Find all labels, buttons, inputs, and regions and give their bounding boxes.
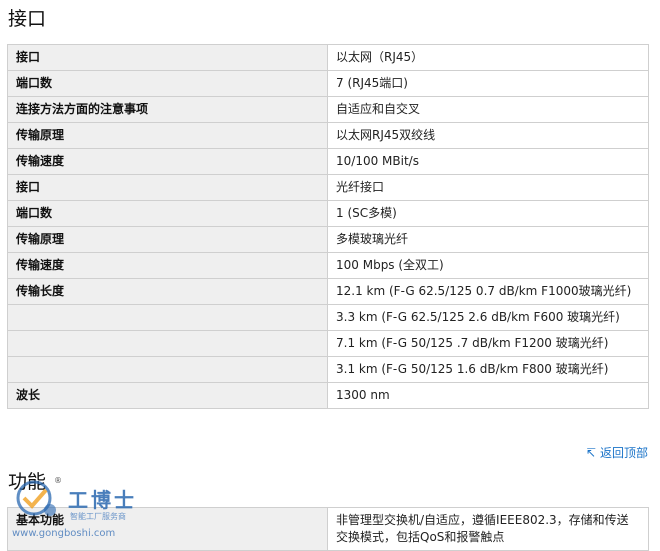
function-spec-table: 基本功能 非管理型交换机/自适应，遵循IEEE802.3，存储和传送交换模式，包括… bbox=[7, 507, 649, 551]
spec-value-cell: 3.3 km (F-G 62.5/125 2.6 dB/km F600 玻璃光纤… bbox=[327, 304, 649, 331]
table-row: 接口 以太网（RJ45） bbox=[7, 44, 649, 71]
spec-key-cell bbox=[7, 330, 328, 357]
table-row: 连接方法方面的注意事项 自适应和自交叉 bbox=[7, 96, 649, 123]
back-to-top-link[interactable]: ↸ 返回顶部 bbox=[586, 444, 648, 461]
spec-value-cell: 以太网RJ45双绞线 bbox=[327, 122, 649, 149]
section-title-function: 功能 bbox=[8, 471, 47, 493]
table-row: 传输原理 以太网RJ45双绞线 bbox=[7, 122, 649, 149]
spec-value-cell: 7 (RJ45端口) bbox=[327, 70, 649, 97]
spec-key-cell: 传输速度 bbox=[7, 252, 328, 279]
section-title-interface: 接口 bbox=[8, 8, 47, 30]
table-row: 传输速度 10/100 MBit/s bbox=[7, 148, 649, 175]
spec-key-cell: 端口数 bbox=[7, 70, 328, 97]
spec-key-cell: 传输原理 bbox=[7, 226, 328, 253]
spec-key-cell: 基本功能 bbox=[7, 507, 328, 551]
spec-value-cell: 7.1 km (F-G 50/125 .7 dB/km F1200 玻璃光纤) bbox=[327, 330, 649, 357]
table-row: 传输长度 12.1 km (F-G 62.5/125 0.7 dB/km F100… bbox=[7, 278, 649, 305]
spec-value-cell: 自适应和自交叉 bbox=[327, 96, 649, 123]
spec-key-cell: 波长 bbox=[7, 382, 328, 409]
table-row: 3.3 km (F-G 62.5/125 2.6 dB/km F600 玻璃光纤… bbox=[7, 304, 649, 331]
table-row: 端口数 7 (RJ45端口) bbox=[7, 70, 649, 97]
spec-key-cell bbox=[7, 304, 328, 331]
spec-value-cell: 多模玻璃光纤 bbox=[327, 226, 649, 253]
spec-value-cell: 以太网（RJ45） bbox=[327, 44, 649, 71]
spec-value-cell: 光纤接口 bbox=[327, 174, 649, 201]
table-row: 端口数 1 (SC多模) bbox=[7, 200, 649, 227]
back-to-top-label: 返回顶部 bbox=[599, 446, 648, 460]
table-row: 传输原理 多模玻璃光纤 bbox=[7, 226, 649, 253]
spec-key-cell: 接口 bbox=[7, 174, 328, 201]
spec-value-cell: 3.1 km (F-G 50/125 1.6 dB/km F800 玻璃光纤) bbox=[327, 356, 649, 383]
table-row: 波长 1300 nm bbox=[7, 382, 649, 409]
spec-value-cell: 1 (SC多模) bbox=[327, 200, 649, 227]
watermark-registered: ® bbox=[54, 476, 62, 485]
spec-key-cell: 连接方法方面的注意事项 bbox=[7, 96, 328, 123]
arrow-up-left-icon: ↸ bbox=[585, 445, 596, 460]
spec-key-cell: 端口数 bbox=[7, 200, 328, 227]
spec-key-cell bbox=[7, 356, 328, 383]
spec-key-cell: 传输原理 bbox=[7, 122, 328, 149]
spec-value-cell: 100 Mbps (全双工) bbox=[327, 252, 649, 279]
table-row: 接口 光纤接口 bbox=[7, 174, 649, 201]
spec-key-cell: 传输长度 bbox=[7, 278, 328, 305]
spec-key-cell: 传输速度 bbox=[7, 148, 328, 175]
spec-key-cell: 接口 bbox=[7, 44, 328, 71]
table-row: 基本功能 非管理型交换机/自适应，遵循IEEE802.3，存储和传送交换模式，包括… bbox=[7, 507, 649, 551]
table-row: 3.1 km (F-G 50/125 1.6 dB/km F800 玻璃光纤) bbox=[7, 356, 649, 383]
spec-value-cell: 1300 nm bbox=[327, 382, 649, 409]
interface-spec-table: 接口 以太网（RJ45） 端口数 7 (RJ45端口) 连接方法方面的注意事项 自适应和自… bbox=[7, 44, 649, 409]
spec-value-cell: 12.1 km (F-G 62.5/125 0.7 dB/km F1000玻璃光… bbox=[327, 278, 649, 305]
spec-value-cell: 10/100 MBit/s bbox=[327, 148, 649, 175]
table-row: 7.1 km (F-G 50/125 .7 dB/km F1200 玻璃光纤) bbox=[7, 330, 649, 357]
table-row: 传输速度 100 Mbps (全双工) bbox=[7, 252, 649, 279]
spec-value-cell: 非管理型交换机/自适应，遵循IEEE802.3，存储和传送交换模式，包括QoS和… bbox=[327, 507, 649, 551]
